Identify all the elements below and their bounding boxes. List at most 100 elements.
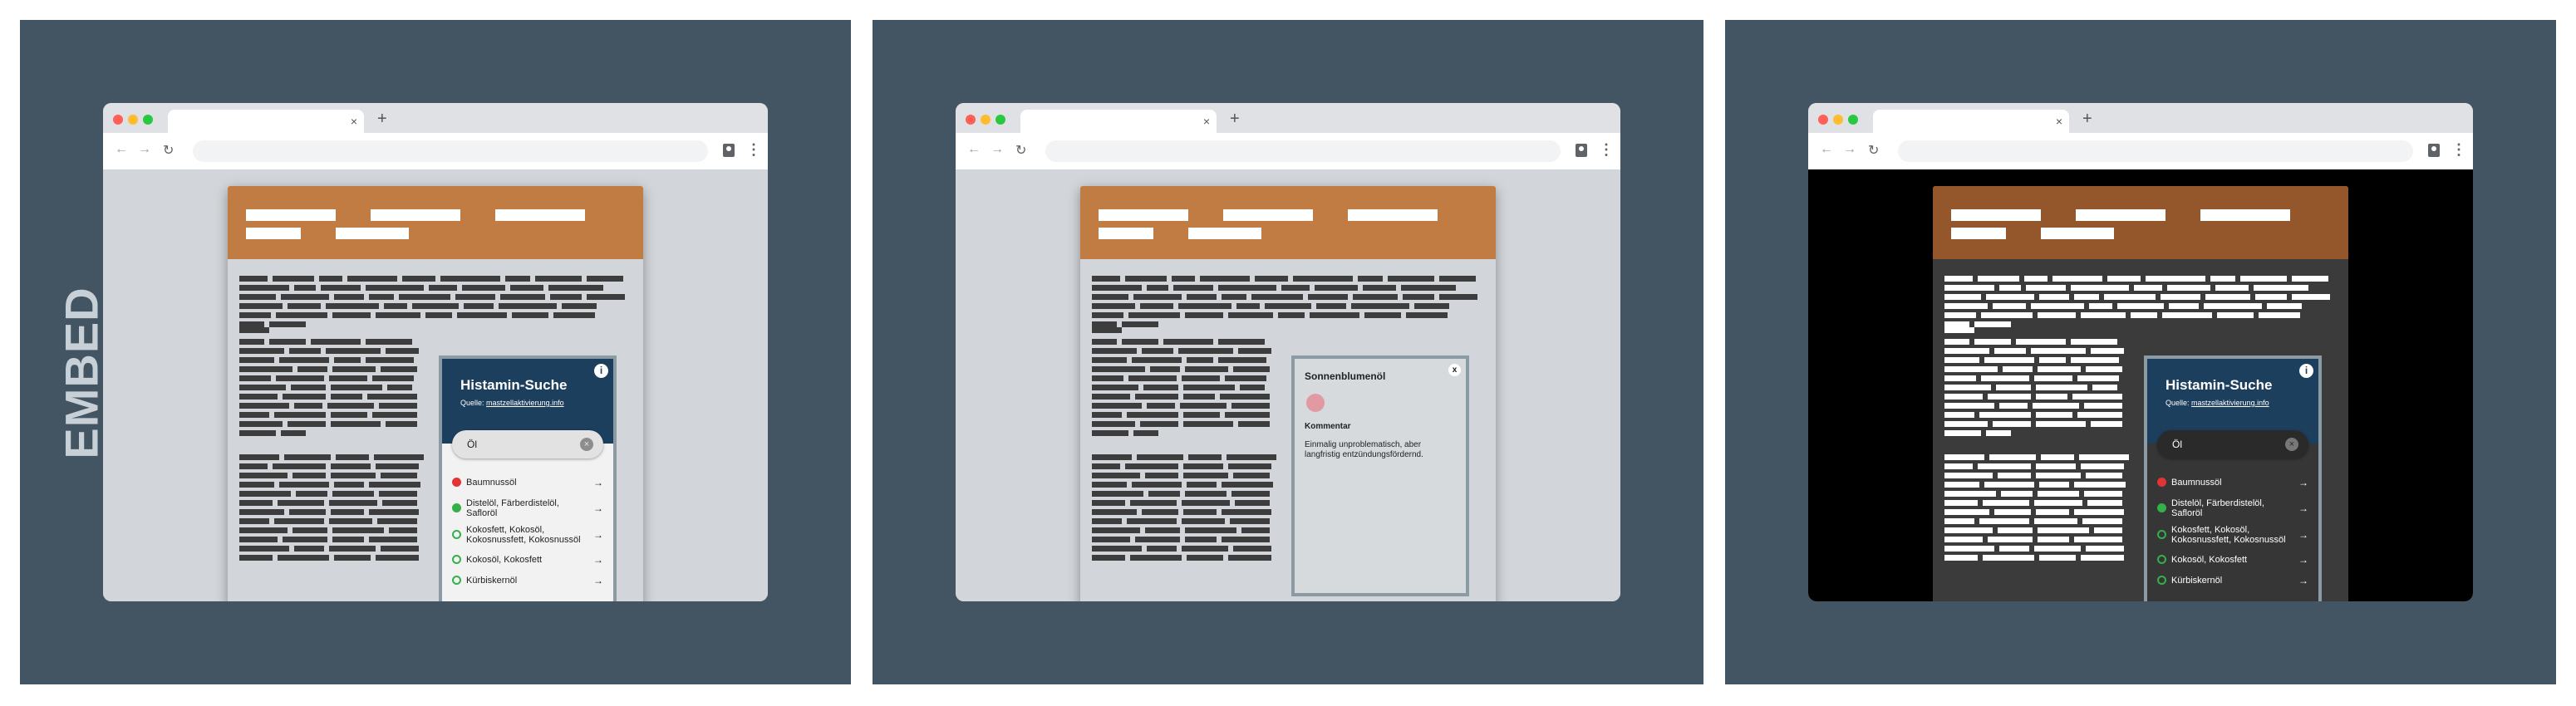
green-ring-icon	[2157, 576, 2166, 585]
info-icon[interactable]: i	[594, 364, 608, 378]
green-ring-icon	[452, 530, 461, 539]
result-list: Baumnussöl → Distelöl, Färberdistelöl, Sa…	[452, 470, 605, 590]
browser-tab[interactable]: ×	[1873, 110, 2069, 135]
nav-placeholder[interactable]	[246, 228, 301, 239]
forward-icon[interactable]: →	[991, 142, 1004, 157]
search-input[interactable]: Öl ×	[2157, 430, 2308, 458]
result-item[interactable]: Kürbiskernöl →	[2157, 571, 2310, 590]
profile-icon[interactable]	[2428, 144, 2440, 157]
close-window-icon[interactable]	[113, 115, 123, 125]
arrow-right-icon: →	[2298, 477, 2308, 488]
red-dot-icon	[452, 478, 461, 487]
new-tab-icon[interactable]: +	[1230, 110, 1240, 129]
profile-icon[interactable]	[1576, 144, 1587, 157]
new-tab-icon[interactable]: +	[2082, 110, 2092, 129]
address-bar[interactable]	[1898, 140, 2413, 162]
widget-title: Histamin-Suche	[2166, 377, 2273, 393]
back-icon[interactable]: ←	[967, 142, 981, 157]
result-label: Distelöl, Färberdistelöl, Safloröl	[2171, 498, 2264, 518]
result-item[interactable]: Baumnussöl →	[452, 470, 605, 495]
reload-icon[interactable]: ↻	[163, 142, 174, 159]
forward-icon[interactable]: →	[1843, 142, 1856, 157]
clear-search-icon[interactable]: ×	[580, 438, 593, 451]
result-list: Baumnussöl → Distelöl, Färberdistelöl, Sa…	[2157, 470, 2310, 590]
nav-placeholder[interactable]	[1951, 209, 2041, 221]
result-item[interactable]: Kokosfett, Kokosöl, Kokosnussfett, Kokos…	[2157, 522, 2310, 548]
result-item[interactable]: Baumnussöl →	[2157, 470, 2310, 495]
widget-source: Quelle: mastzellaktivierung.info	[2166, 399, 2269, 407]
nav-placeholder[interactable]	[371, 209, 460, 221]
close-window-icon[interactable]	[966, 115, 976, 125]
nav-placeholder[interactable]	[2200, 209, 2290, 221]
menu-icon[interactable]: ⋮	[1599, 141, 1614, 159]
title-bar: × +	[103, 103, 768, 135]
address-bar[interactable]	[1045, 140, 1561, 162]
nav-placeholder[interactable]	[336, 228, 409, 239]
new-tab-icon[interactable]: +	[377, 110, 387, 129]
nav-placeholder[interactable]	[1099, 228, 1153, 239]
tab-close-icon[interactable]: ×	[1203, 115, 1210, 128]
text-placeholder-column	[1092, 339, 1283, 564]
result-item[interactable]: Kokosöl, Kokosfett →	[2157, 548, 2310, 571]
back-icon[interactable]: ←	[1820, 142, 1833, 157]
search-value[interactable]: Öl	[467, 439, 477, 450]
forward-icon[interactable]: →	[138, 142, 151, 157]
green-ring-icon	[452, 555, 461, 564]
arrow-right-icon: →	[593, 477, 603, 488]
browser-tab[interactable]: ×	[1020, 110, 1217, 135]
info-icon[interactable]: i	[2299, 364, 2313, 378]
nav-placeholder[interactable]	[1223, 209, 1313, 221]
arrow-right-icon: →	[2298, 554, 2308, 566]
result-item[interactable]: Distelöl, Färberdistelöl, Safloröl →	[2157, 495, 2310, 522]
browser-toolbar: ← → ↻ ⋮	[1808, 133, 2473, 169]
search-input[interactable]: Öl ×	[452, 430, 603, 458]
maximize-window-icon[interactable]	[995, 115, 1005, 125]
tab-close-icon[interactable]: ×	[2056, 115, 2062, 128]
maximize-window-icon[interactable]	[1848, 115, 1858, 125]
minimize-window-icon[interactable]	[981, 115, 991, 125]
search-value[interactable]: Öl	[2172, 439, 2182, 450]
source-link[interactable]: mastzellaktivierung.info	[486, 399, 564, 407]
tab-close-icon[interactable]: ×	[351, 115, 357, 128]
comment-heading: Kommentar	[1305, 422, 1351, 431]
nav-placeholder[interactable]	[1348, 209, 1438, 221]
panel-dark: × + ← → ↻ ⋮ i Histamin-Suche Quelle: mas…	[1725, 20, 2556, 684]
widget-source: Quelle: mastzellaktivierung.info	[460, 399, 564, 407]
minimize-window-icon[interactable]	[128, 115, 138, 125]
arrow-right-icon: →	[593, 554, 603, 566]
menu-icon[interactable]: ⋮	[2451, 141, 2466, 159]
source-link[interactable]: mastzellaktivierung.info	[2191, 399, 2269, 407]
close-window-icon[interactable]	[1818, 115, 1828, 125]
detail-title: Sonnenblumenöl	[1305, 370, 1386, 382]
histamine-search-widget: i Histamin-Suche Quelle: mastzellaktivie…	[2144, 355, 2322, 601]
result-item[interactable]: Distelöl, Färberdistelöl, Safloröl →	[452, 495, 605, 522]
clear-search-icon[interactable]: ×	[2285, 438, 2298, 451]
profile-icon[interactable]	[723, 144, 735, 157]
close-icon[interactable]: x	[1448, 364, 1461, 376]
browser-tab[interactable]: ×	[168, 110, 364, 135]
address-bar[interactable]	[193, 140, 708, 162]
back-icon[interactable]: ←	[115, 142, 128, 157]
arrow-right-icon: →	[593, 529, 603, 541]
minimize-window-icon[interactable]	[1833, 115, 1843, 125]
arrow-right-icon: →	[2298, 503, 2308, 514]
nav-placeholder[interactable]	[2041, 228, 2114, 239]
reload-icon[interactable]: ↻	[1868, 142, 1879, 159]
reload-icon[interactable]: ↻	[1015, 142, 1026, 159]
host-website: i Histamin-Suche Quelle: mastzellaktivie…	[1933, 186, 2348, 601]
site-header	[228, 186, 643, 259]
green-ring-icon	[452, 576, 461, 585]
nav-placeholder[interactable]	[1188, 228, 1261, 239]
result-item[interactable]: Kokosöl, Kokosfett →	[452, 548, 605, 571]
host-website: i Histamin-Suche Quelle: mastzellaktivie…	[228, 186, 643, 601]
nav-placeholder[interactable]	[1099, 209, 1188, 221]
nav-placeholder[interactable]	[246, 209, 336, 221]
nav-placeholder[interactable]	[495, 209, 585, 221]
nav-placeholder[interactable]	[2076, 209, 2166, 221]
red-dot-icon	[2157, 478, 2166, 487]
maximize-window-icon[interactable]	[143, 115, 153, 125]
result-item[interactable]: Kürbiskernöl →	[452, 571, 605, 590]
result-item[interactable]: Kokosfett, Kokosöl, Kokosnussfett, Kokos…	[452, 522, 605, 548]
menu-icon[interactable]: ⋮	[746, 141, 761, 159]
nav-placeholder[interactable]	[1951, 228, 2006, 239]
